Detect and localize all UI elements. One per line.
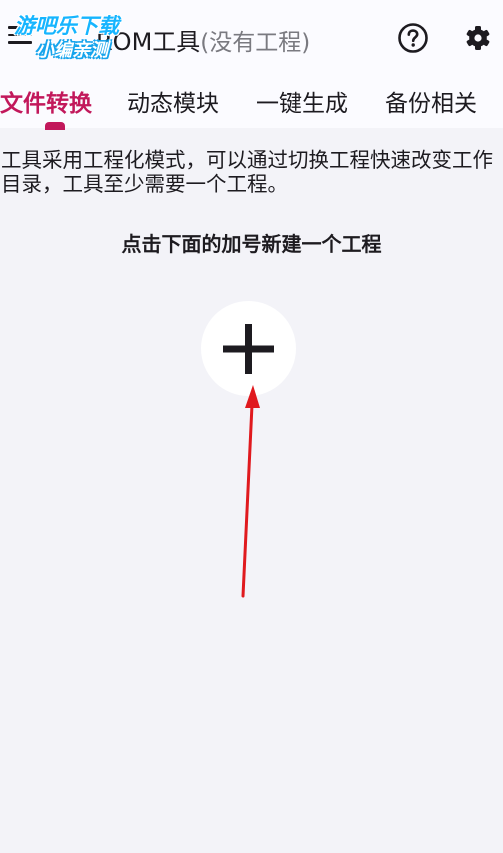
info-text: 工具采用工程化模式，可以通过切换工程快速改变工作目录，工具至少需要一个工程。 (1, 148, 493, 196)
plus-icon (223, 324, 274, 374)
help-circle-icon[interactable] (397, 22, 429, 54)
add-project-button[interactable] (201, 301, 296, 396)
tab-bar: 文件转换 动态模块 一键生成 备份相关 (0, 80, 503, 128)
active-tab-indicator (45, 122, 65, 130)
project-status-text: (没有工程) (200, 30, 311, 56)
instruction-text: 点击下面的加号新建一个工程 (121, 232, 382, 256)
watermark-line2: 小编亲测 (36, 40, 108, 61)
watermark-logo: 游吧乐下载 小编亲测 (14, 10, 154, 66)
tab-file-conversion[interactable]: 文件转换 (0, 84, 92, 118)
tab-backup[interactable]: 备份相关 (385, 84, 477, 118)
tab-dynamic-modules[interactable]: 动态模块 (127, 84, 219, 118)
tab-one-click-generate[interactable]: 一键生成 (256, 84, 348, 118)
gear-icon[interactable] (465, 25, 491, 51)
